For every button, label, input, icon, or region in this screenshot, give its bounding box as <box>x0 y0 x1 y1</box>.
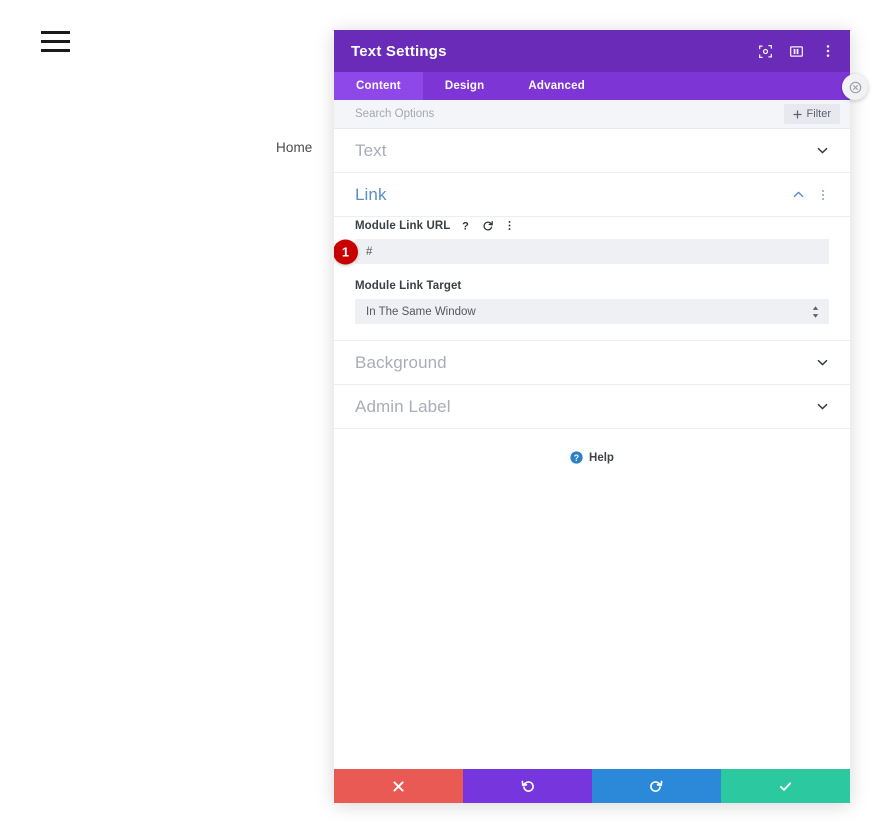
section-text-title: Text <box>355 140 387 160</box>
redo-icon <box>650 780 663 792</box>
close-x-icon <box>393 780 404 792</box>
more-vertical-icon[interactable] <box>817 189 829 201</box>
modal-header-icons <box>757 43 836 60</box>
field-module-link-target: Module Link Target In The Same Window <box>355 278 829 324</box>
check-icon <box>779 781 792 791</box>
module-link-url-input[interactable] <box>355 239 829 264</box>
filter-button[interactable]: Filter <box>783 104 840 124</box>
more-vertical-icon[interactable] <box>503 219 516 232</box>
step-badge-1: 1 <box>334 239 358 264</box>
section-link-title: Link <box>355 184 387 204</box>
reset-icon[interactable] <box>481 219 494 232</box>
layout-columns-icon[interactable] <box>788 43 805 60</box>
home-link[interactable]: Home <box>276 140 312 155</box>
svg-text:?: ? <box>574 453 579 463</box>
tab-advanced[interactable]: Advanced <box>506 72 607 100</box>
chevron-down-icon[interactable] <box>816 400 829 413</box>
tab-design[interactable]: Design <box>423 72 507 100</box>
section-background[interactable]: Background <box>334 341 850 385</box>
save-button[interactable] <box>721 769 850 803</box>
undo-icon <box>521 780 534 792</box>
field-module-link-url-label-row: Module Link URL ? <box>355 217 829 239</box>
modal-title: Text Settings <box>351 42 447 60</box>
section-link[interactable]: Link <box>334 173 850 217</box>
section-text-icons <box>816 144 829 157</box>
section-admin-label-title: Admin Label <box>355 396 451 416</box>
modal-header: Text Settings <box>334 30 850 72</box>
undo-button[interactable] <box>463 769 592 803</box>
filter-button-label: Filter <box>806 108 831 120</box>
help-label: Help <box>589 451 614 464</box>
section-background-icons <box>816 356 829 369</box>
field-module-link-target-label-row: Module Link Target <box>355 278 829 299</box>
search-options-input[interactable] <box>355 108 784 120</box>
discard-button[interactable] <box>334 769 463 803</box>
chevron-down-icon[interactable] <box>816 144 829 157</box>
hamburger-bar <box>41 40 70 43</box>
field-module-link-url: Module Link URL ? 1 # <box>334 217 829 264</box>
section-link-icons <box>792 188 829 201</box>
help-link[interactable]: ? Help <box>334 429 850 486</box>
focus-target-icon[interactable] <box>757 43 774 60</box>
svg-text:?: ? <box>463 220 470 231</box>
plus-icon <box>792 109 802 119</box>
close-circle-icon <box>849 81 861 93</box>
hamburger-bar <box>41 49 70 52</box>
chevron-up-icon[interactable] <box>792 188 805 201</box>
hamburger-bar <box>41 31 70 34</box>
hamburger-menu-icon[interactable] <box>41 31 70 52</box>
field-label: Module Link Target <box>355 280 462 292</box>
module-link-target-select[interactable]: In The Same Window <box>355 299 829 324</box>
modal-footer <box>334 769 850 803</box>
section-admin-label[interactable]: Admin Label <box>334 385 850 429</box>
modal-close-circle-button[interactable] <box>842 74 868 100</box>
section-text[interactable]: Text <box>334 129 850 173</box>
section-link-body: Module Link URL ? 1 # Module Link Target… <box>334 217 850 341</box>
help-icon[interactable]: ? <box>459 219 472 232</box>
section-background-title: Background <box>355 352 447 372</box>
chevron-down-icon[interactable] <box>816 356 829 369</box>
modal-tabs: Content Design Advanced <box>334 72 850 100</box>
section-admin-label-icons <box>816 400 829 413</box>
search-options-row: Filter <box>334 100 850 129</box>
text-settings-modal: Text Settings Content Design Advanced Se… <box>334 30 868 803</box>
field-label: Module Link URL <box>355 219 451 232</box>
modal-body: Text Link Module Link URL ? 1 # Module L… <box>334 129 850 769</box>
module-link-url-input-wrap: 1 <box>334 239 829 264</box>
redo-button[interactable] <box>592 769 721 803</box>
question-circle-icon: ? <box>570 451 583 464</box>
tab-content[interactable]: Content <box>334 72 423 100</box>
module-link-target-select-wrap: In The Same Window <box>355 299 829 324</box>
more-vertical-icon[interactable] <box>819 43 836 60</box>
